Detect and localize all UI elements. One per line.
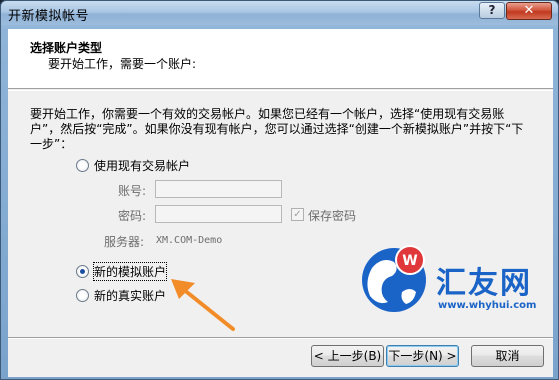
- title-bar[interactable]: 开新模拟帐号 ? ✕: [1, 1, 558, 25]
- option-existing-account[interactable]: 使用现有交易帐户: [76, 157, 190, 174]
- server-value: XM.COM-Demo: [156, 235, 223, 246]
- radio-existing-account[interactable]: [76, 159, 89, 172]
- option-demo-account[interactable]: 新的模拟账户: [76, 262, 168, 281]
- password-label: 密码:: [118, 209, 147, 223]
- account-input[interactable]: [155, 180, 282, 198]
- password-input[interactable]: [155, 205, 282, 223]
- page-title: 选择账户类型: [30, 41, 103, 55]
- option-existing-label: 使用现有交易帐户: [94, 159, 191, 173]
- annotation-arrow-icon: [171, 279, 235, 331]
- server-label: 服务器:: [104, 235, 145, 249]
- close-icon: ✕: [523, 3, 535, 18]
- radio-demo-account[interactable]: [76, 265, 89, 278]
- watermark-url: www.whyhui.com: [438, 300, 537, 311]
- header-divider: [8, 90, 553, 91]
- help-button[interactable]: ?: [479, 2, 505, 19]
- page-subtitle: 要开始工作，需要一个账户:: [48, 57, 197, 71]
- save-password-checkbox[interactable]: ✓: [291, 208, 304, 221]
- save-password-label: 保存密码: [308, 209, 357, 223]
- window-title: 开新模拟帐号: [8, 9, 90, 24]
- cancel-button[interactable]: 取消: [471, 345, 544, 367]
- instructions-text: 要开始工作，你需要一个有效的交易帐户。如果您已经有一个帐户，选择“使用现有交易账…: [30, 107, 524, 151]
- account-label: 账号:: [118, 184, 147, 198]
- back-button[interactable]: < 上一步(B): [311, 345, 384, 367]
- watermark-brand: 汇友网: [436, 266, 532, 301]
- logo-letter: W: [402, 253, 417, 269]
- wizard-header: 选择账户类型 要开始工作，需要一个账户:: [8, 29, 553, 89]
- footer-divider-highlight: [8, 338, 553, 339]
- next-button[interactable]: 下一步(N) >: [386, 345, 459, 367]
- watermark: W 汇友网 www.whyhui.com: [358, 238, 558, 330]
- option-real-account[interactable]: 新的真实账户: [76, 287, 166, 304]
- radio-real-account[interactable]: [76, 289, 89, 302]
- checkmark-icon: ✓: [293, 209, 302, 220]
- close-button[interactable]: ✕: [506, 2, 552, 20]
- globe-logo-icon: W: [362, 245, 426, 312]
- option-real-label: 新的真实账户: [94, 289, 167, 303]
- option-demo-label: 新的模拟账户: [92, 262, 168, 281]
- dialog-window: 开新模拟帐号 ? ✕ 选择账户类型 要开始工作，需要一个账户: 要开始工作，你需…: [0, 0, 559, 380]
